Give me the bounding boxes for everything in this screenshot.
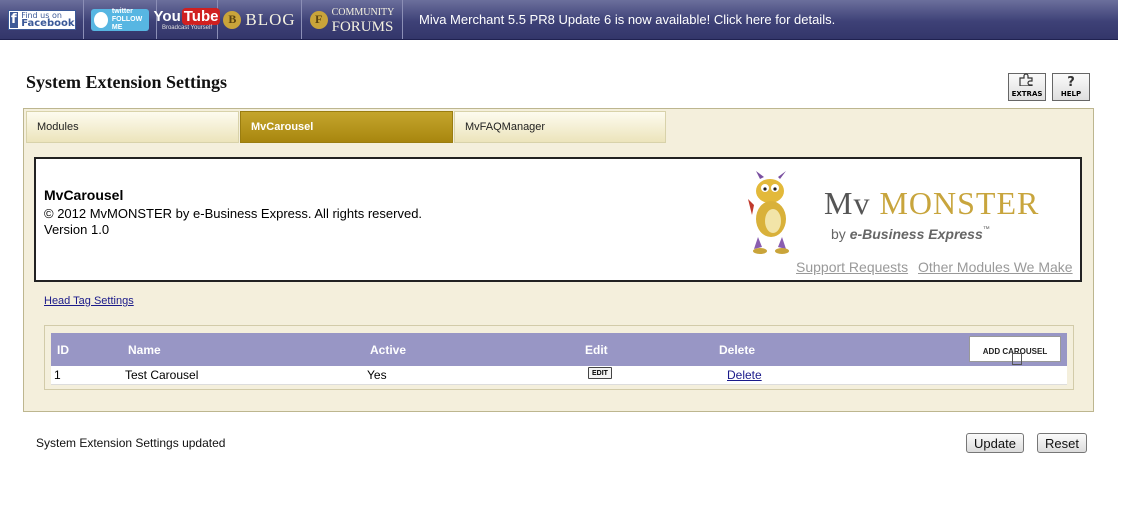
status-message: System Extension Settings updated — [36, 436, 226, 450]
column-id: ID — [57, 343, 69, 357]
table-header: ID Name Active Edit Delete ADD CAROUSEL — [51, 333, 1067, 366]
module-version: Version 1.0 — [44, 222, 110, 237]
forums-icon: F — [309, 10, 328, 29]
column-edit: Edit — [585, 343, 608, 357]
tab-label: Modules — [37, 121, 79, 133]
twitter-line1: twitter — [111, 7, 133, 15]
row-name: Test Carousel — [125, 368, 199, 382]
logo-mv: Mv — [824, 185, 871, 221]
facebook-line2: Facebook — [21, 17, 75, 29]
blog-label: BLOG — [245, 9, 296, 29]
twitter-icon: twitter FOLLOW ME — [91, 7, 149, 31]
blog-icon: B — [223, 10, 242, 29]
facebook-link[interactable]: f Find us on Facebook — [0, 0, 84, 39]
head-tag-settings-link[interactable]: Head Tag Settings — [44, 295, 134, 307]
youtube-tube: Tube — [181, 8, 221, 25]
monster-mascot-icon — [748, 171, 789, 254]
puzzle-icon — [1018, 73, 1036, 90]
logo-by: by — [831, 226, 846, 242]
settings-panel: Modules MvCarousel MvFAQManager MvCarous… — [23, 108, 1094, 412]
column-name: Name — [128, 343, 161, 357]
support-requests-link[interactable]: Support Requests — [796, 259, 908, 275]
forums-link[interactable]: F COMMUNITY FORUMS — [302, 0, 403, 39]
forums-line1: COMMUNITY — [331, 6, 395, 18]
forums-line2: FORUMS — [331, 18, 394, 35]
tab-label: MvFAQManager — [465, 121, 546, 133]
other-modules-link[interactable]: Other Modules We Make — [918, 259, 1073, 275]
help-label: HELP — [1060, 90, 1082, 98]
youtube-tagline: Broadcast Yourself — [161, 25, 213, 31]
update-button[interactable]: Update — [966, 433, 1024, 453]
tab-label: MvCarousel — [251, 121, 314, 133]
delete-link[interactable]: Delete — [727, 368, 762, 382]
module-name: MvCarousel — [44, 187, 124, 203]
blog-link[interactable]: B BLOG — [218, 0, 302, 39]
extras-button[interactable]: EXTRAS — [1008, 73, 1046, 101]
twitter-line2: FOLLOW ME — [111, 15, 143, 31]
youtube-you: You — [153, 8, 181, 25]
twitter-link[interactable]: twitter FOLLOW ME — [84, 0, 157, 39]
mvmonster-logo: Mv MONSTER — [824, 185, 1039, 222]
top-banner: f Find us on Facebook twitter FOLLOW ME Yo… — [0, 0, 1118, 40]
row-active: Yes — [367, 368, 387, 382]
carousel-table: ID Name Active Edit Delete ADD CAROUSEL … — [44, 325, 1074, 390]
module-copyright: © 2012 MvMONSTER by e-Business Express. … — [44, 206, 423, 221]
row-id: 1 — [54, 368, 61, 382]
column-active: Active — [370, 343, 407, 357]
help-button[interactable]: ? HELP — [1052, 73, 1090, 101]
logo-tm: ™ — [982, 226, 990, 233]
add-carousel-button[interactable]: ADD CAROUSEL — [969, 336, 1061, 365]
edit-button[interactable]: EDIT — [588, 367, 612, 379]
page-title: System Extension Settings — [26, 72, 228, 92]
add-document-icon — [1012, 353, 1022, 365]
table-row: 1 Test Carousel Yes EDIT Delete — [51, 366, 1067, 385]
youtube-icon: You Tube Broadcast Yourself — [154, 8, 221, 31]
facebook-icon: f Find us on Facebook — [7, 9, 76, 30]
tab-mvcarousel[interactable]: MvCarousel — [240, 111, 453, 143]
logo-monster: MONSTER — [879, 185, 1040, 221]
extras-label: EXTRAS — [1011, 90, 1043, 98]
logo-ebusiness: e-Business Express — [849, 226, 983, 242]
announcement-link[interactable]: Miva Merchant 5.5 PR8 Update 6 is now av… — [403, 12, 835, 27]
tab-modules[interactable]: Modules — [26, 111, 239, 143]
module-info-box: MvCarousel © 2012 MvMONSTER by e-Busines… — [34, 157, 1082, 282]
reset-button[interactable]: Reset — [1037, 433, 1087, 453]
tab-mvfaqmanager[interactable]: MvFAQManager — [454, 111, 666, 143]
youtube-link[interactable]: You Tube Broadcast Yourself — [154, 0, 221, 39]
question-icon: ? — [1067, 75, 1075, 90]
mvmonster-byline: by e-Business Express™ — [831, 226, 990, 242]
column-delete: Delete — [719, 343, 756, 357]
